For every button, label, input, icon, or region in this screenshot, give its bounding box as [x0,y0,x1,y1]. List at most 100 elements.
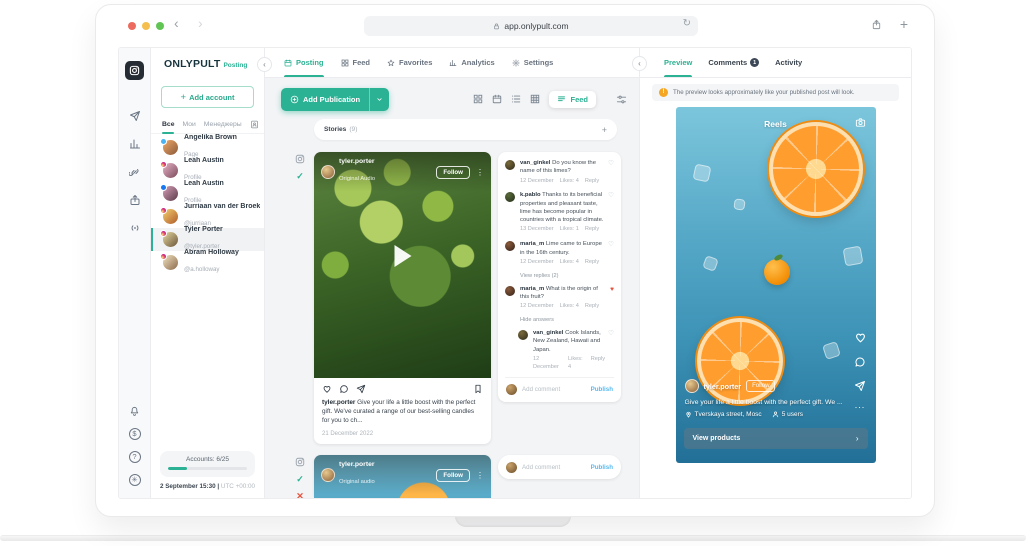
follow-button[interactable]: Follow [746,380,775,392]
settings-icon[interactable]: ✳ [129,474,141,486]
add-comment-row[interactable]: Add comment Publish [505,377,614,402]
sidebar-collapse-button[interactable]: ‹ [257,57,272,72]
comment[interactable]: van_ginkel Do you know the name of this … [505,159,614,185]
help-icon[interactable]: ? [129,451,141,463]
comment[interactable]: maria_m Lime came to Europe in the 16th … [505,240,614,266]
reply-link[interactable]: Reply [585,178,599,186]
feed-view-button[interactable]: Feed [549,91,596,108]
tab-mine[interactable]: Мои [182,115,195,133]
like-heart-icon-liked[interactable]: ♥ [610,287,614,294]
add-comment-bar[interactable]: Add comment Publish [498,455,621,479]
more-dots-icon[interactable]: ... [855,404,866,408]
tab-analytics[interactable]: Analytics [449,48,494,77]
send-icon[interactable] [129,110,141,122]
heart-icon[interactable] [854,331,867,344]
tab-comments[interactable]: Comments1 [708,48,759,77]
add-publication-dropdown[interactable] [370,88,389,111]
send-icon[interactable] [356,384,366,394]
forward-icon[interactable]: › [198,15,203,31]
tab-all[interactable]: Все [162,115,174,133]
comment[interactable]: k.pablo Thanks to its beneficial propert… [505,191,614,234]
post-card[interactable]: tyler.porter Original audio Follow ⋮ [314,455,491,499]
mosaic-view-icon[interactable] [530,94,540,104]
posting-product-icon[interactable] [125,61,144,80]
comment-icon[interactable] [854,356,866,368]
account-row[interactable]: Angelika BrownPage [151,136,264,159]
tab-posting[interactable]: Posting [284,48,324,77]
bell-icon[interactable] [129,406,140,417]
send-icon[interactable] [854,380,866,392]
live-icon[interactable] [129,222,141,234]
new-tab-icon[interactable]: + [900,17,908,31]
account-row-selected[interactable]: Tyler Porter@tyler.porter [151,228,264,251]
location-text[interactable]: Tverskaya street, Mosc [695,411,762,418]
heart-icon[interactable] [322,384,332,394]
maximize-window-icon[interactable] [156,22,164,30]
reply-link[interactable]: Reply [585,259,599,267]
bookmark-icon[interactable] [473,384,483,394]
tab-favorites[interactable]: Favorites [387,48,432,77]
post-image-oranges[interactable]: tyler.porter Original audio Follow ⋮ [314,455,491,499]
more-menu-icon[interactable]: ⋮ [474,471,484,480]
calendar-view-icon[interactable] [492,94,502,104]
add-comment-input[interactable]: Add comment [522,464,586,471]
tab-settings[interactable]: Settings [512,48,554,77]
view-replies-link[interactable]: View replies (2) [520,273,614,279]
add-publication-button[interactable]: Add Publication [281,88,389,111]
tab-managers[interactable]: Менеджеры [204,115,242,133]
reply-link[interactable]: Reply [585,303,599,311]
reject-x-icon[interactable]: ✕ [296,492,304,499]
minimize-window-icon[interactable] [142,22,150,30]
like-heart-icon[interactable]: ♡ [608,193,614,200]
post-image-limes[interactable]: tyler.porter Original Audio Follow ⋮ [314,152,491,378]
address-book-icon[interactable] [250,120,259,129]
address-bar[interactable]: app.onlypult.com ↻ [364,16,698,36]
more-menu-icon[interactable]: ⋮ [474,168,484,177]
share-icon[interactable] [871,19,882,30]
publish-button[interactable]: Publish [591,464,613,471]
grid-view-icon[interactable] [473,94,483,104]
like-heart-icon[interactable]: ♡ [608,242,614,249]
billing-icon[interactable]: $ [129,428,141,440]
sliders-icon[interactable] [616,94,627,105]
approve-check-icon[interactable]: ✓ [296,475,304,484]
account-row[interactable]: Leah AustinProfile [151,182,264,205]
comment[interactable]: maria_m What is the origin of this fruit… [505,285,614,311]
reply-link[interactable]: Reply [591,356,605,372]
add-story-icon[interactable]: + [602,125,607,135]
list-view-icon[interactable] [511,94,521,104]
analytics-icon[interactable] [129,138,141,150]
stories-bar[interactable]: Stories (9) + [314,119,617,140]
like-heart-icon[interactable]: ♡ [608,161,614,168]
follow-button[interactable]: Follow [436,166,470,179]
reply-link[interactable]: Reply [585,226,599,234]
close-window-icon[interactable] [128,22,136,30]
play-icon[interactable] [394,245,411,267]
view-products-button[interactable]: View products › [684,428,868,449]
camera-icon[interactable] [855,117,866,128]
comment-icon[interactable] [339,384,349,394]
account-row[interactable]: Abram Holloway@a.holloway [151,251,264,274]
lock-icon [493,23,500,30]
add-account-button[interactable]: + Add account [161,86,254,108]
link-icon[interactable] [129,166,141,178]
star-icon [387,59,395,67]
tagged-users-text[interactable]: 5 users [782,411,803,418]
instagram-badge-icon [160,161,167,168]
account-row[interactable]: Jurriaan van der Broek@jurriaan [151,205,264,228]
preview-collapse-button[interactable]: ‹ [632,56,647,71]
publish-box-icon[interactable] [129,194,141,206]
comment-reply[interactable]: van_ginkel Cook Islands, New Zealand, Ha… [518,329,614,371]
post-card[interactable]: tyler.porter Original Audio Follow ⋮ [314,152,491,444]
hide-answers-link[interactable]: Hide answers [520,317,614,323]
tab-activity[interactable]: Activity [775,48,802,77]
follow-button[interactable]: Follow [436,469,470,482]
add-comment-input[interactable]: Add comment [522,386,586,393]
reload-icon[interactable]: ↻ [683,18,691,29]
account-row[interactable]: Leah AustinProfile [151,159,264,182]
tab-feed[interactable]: Feed [341,48,371,77]
publish-button[interactable]: Publish [591,386,613,393]
like-heart-icon[interactable]: ♡ [608,331,614,338]
back-icon[interactable]: ‹ [174,15,179,31]
tab-preview[interactable]: Preview [664,48,692,77]
